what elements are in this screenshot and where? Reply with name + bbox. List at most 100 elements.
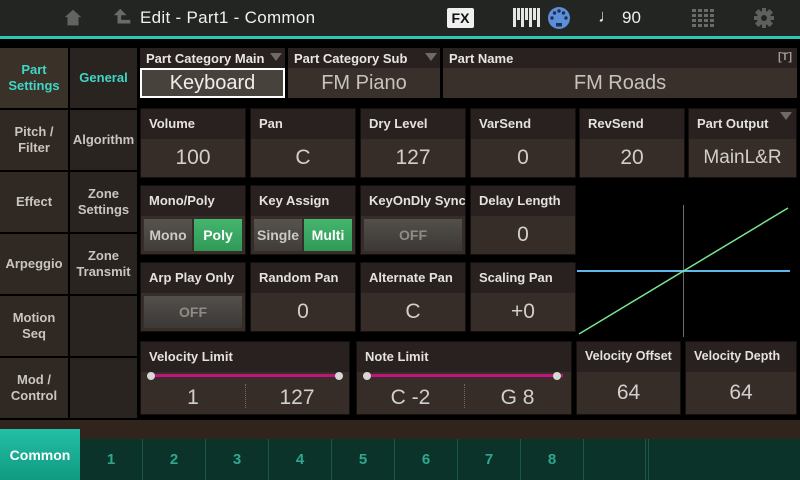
- note-limit-high-handle[interactable]: [553, 372, 561, 380]
- varsend-field[interactable]: VarSend 0: [470, 108, 576, 178]
- part-name-value[interactable]: FM Roads: [443, 68, 797, 98]
- pan-field[interactable]: Pan C: [250, 108, 356, 178]
- part-category-sub-label: Part Category Sub: [294, 51, 407, 66]
- pan-label: Pan: [251, 109, 355, 139]
- alternate-pan-field[interactable]: Alternate Pan C: [360, 262, 466, 332]
- note-limit-low-handle[interactable]: [363, 372, 371, 380]
- mono-poly-field: Mono/Poly Mono Poly: [140, 185, 246, 255]
- sidebar-item-pitch-filter[interactable]: Pitch / Filter: [0, 110, 68, 170]
- tab-blank-1: [584, 439, 646, 480]
- sidebar-item-general[interactable]: General: [70, 48, 137, 108]
- grid-pads-icon[interactable]: [692, 9, 716, 27]
- velocity-limit-low-handle[interactable]: [147, 372, 155, 380]
- part-tab-bar: 1 2 3 4 5 6 7 8: [0, 439, 800, 480]
- text-entry-icon: [T]: [778, 51, 792, 63]
- velocity-limit-low-value[interactable]: 1: [141, 382, 245, 414]
- synth-edit-screen: Edit - Part1 - Common FX ♩ 90: [0, 0, 800, 480]
- velocity-limit-high-handle[interactable]: [335, 372, 343, 380]
- part-category-main-value[interactable]: Keyboard: [140, 68, 285, 98]
- page-title: Edit - Part1 - Common: [140, 8, 315, 28]
- dry-level-value[interactable]: 127: [361, 139, 465, 177]
- velocity-offset-field[interactable]: Velocity Offset 64: [576, 341, 681, 415]
- velocity-depth-field[interactable]: Velocity Depth 64: [685, 341, 797, 415]
- part-category-main-label: Part Category Main: [146, 51, 264, 66]
- revsend-value[interactable]: 20: [580, 139, 684, 177]
- note-limit-field: Note Limit C -2 G 8: [356, 341, 572, 415]
- tab-common[interactable]: Common: [0, 429, 80, 480]
- sidebar-item-mod-control[interactable]: Mod / Control: [0, 358, 68, 418]
- sidebar-item-motion-seq[interactable]: Motion Seq: [0, 296, 68, 356]
- midi-icon[interactable]: [547, 6, 571, 30]
- volume-value[interactable]: 100: [141, 139, 245, 177]
- note-limit-high-value[interactable]: G 8: [464, 382, 571, 414]
- sidebar-item-arpeggio[interactable]: Arpeggio: [0, 234, 68, 294]
- note-limit-low-value[interactable]: C -2: [357, 382, 464, 414]
- tab-part-8[interactable]: 8: [521, 439, 584, 480]
- sidebar-item-zone-settings[interactable]: Zone Settings: [70, 172, 137, 232]
- volume-label: Volume: [141, 109, 245, 139]
- velocity-limit-high-value[interactable]: 127: [245, 382, 349, 414]
- sidebar-item-zone-transmit[interactable]: Zone Transmit: [70, 234, 137, 294]
- multi-button[interactable]: Multi: [304, 219, 352, 251]
- random-pan-value[interactable]: 0: [251, 293, 355, 331]
- chevron-down-icon: [425, 53, 437, 61]
- keyondly-sync-toggle[interactable]: OFF: [364, 219, 462, 251]
- tempo-value[interactable]: 90: [622, 8, 641, 28]
- arp-play-only-toggle[interactable]: OFF: [144, 296, 242, 328]
- note-limit-slider[interactable]: [363, 372, 565, 380]
- volume-field[interactable]: Volume 100: [140, 108, 246, 178]
- keyondly-sync-field: KeyOnDly Sync OFF: [360, 185, 466, 255]
- delay-length-field[interactable]: Delay Length 0: [470, 185, 576, 255]
- sidebar-item-part-settings[interactable]: Part Settings: [0, 48, 68, 108]
- tab-part-6[interactable]: 6: [395, 439, 458, 480]
- scaling-pan-value[interactable]: +0: [471, 293, 575, 331]
- sidebar-item-empty-2: [70, 358, 137, 418]
- velocity-depth-value[interactable]: 64: [686, 372, 796, 414]
- arp-play-only-field: Arp Play Only OFF: [140, 262, 246, 332]
- single-button[interactable]: Single: [254, 219, 302, 251]
- dry-level-label: Dry Level: [361, 109, 465, 139]
- pan-value[interactable]: C: [251, 139, 355, 177]
- part-name-label: Part Name: [449, 51, 513, 66]
- velocity-depth-label: Velocity Depth: [686, 342, 796, 372]
- tempo-note-icon: ♩: [598, 6, 616, 27]
- tab-blank-2: [646, 439, 649, 480]
- tab-part-7[interactable]: 7: [458, 439, 521, 480]
- velocity-offset-label: Velocity Offset: [577, 342, 680, 372]
- gear-icon[interactable]: [752, 6, 776, 30]
- varsend-value[interactable]: 0: [471, 139, 575, 177]
- mono-button[interactable]: Mono: [144, 219, 192, 251]
- sidebar-item-algorithm[interactable]: Algorithm: [70, 110, 137, 170]
- note-limit-label: Note Limit: [357, 342, 571, 372]
- home-icon[interactable]: [62, 7, 84, 29]
- velocity-limit-label: Velocity Limit: [141, 342, 349, 372]
- part-output-value[interactable]: MainL&R: [689, 139, 796, 177]
- velocity-offset-value[interactable]: 64: [577, 372, 680, 414]
- velocity-limit-field: Velocity Limit 1 127: [140, 341, 350, 415]
- velocity-limit-slider[interactable]: [147, 372, 343, 380]
- fx-badge[interactable]: FX: [447, 8, 474, 28]
- part-output-field[interactable]: Part Output MainL&R: [688, 108, 797, 178]
- part-name-field[interactable]: Part Name [T] FM Roads: [443, 48, 797, 98]
- tab-part-1[interactable]: 1: [80, 439, 143, 480]
- tab-part-3[interactable]: 3: [206, 439, 269, 480]
- alternate-pan-label: Alternate Pan: [361, 263, 465, 293]
- tab-part-4[interactable]: 4: [269, 439, 332, 480]
- delay-length-value[interactable]: 0: [471, 216, 575, 254]
- varsend-label: VarSend: [471, 109, 575, 139]
- sidebar-item-effect[interactable]: Effect: [0, 172, 68, 232]
- revsend-field[interactable]: RevSend 20: [579, 108, 685, 178]
- part-category-sub-value[interactable]: FM Piano: [288, 68, 440, 98]
- tab-part-5[interactable]: 5: [332, 439, 395, 480]
- dry-level-field[interactable]: Dry Level 127: [360, 108, 466, 178]
- alternate-pan-value[interactable]: C: [361, 293, 465, 331]
- part-category-main-field[interactable]: Part Category Main Keyboard: [140, 48, 285, 98]
- poly-button[interactable]: Poly: [194, 219, 242, 251]
- tab-part-2[interactable]: 2: [143, 439, 206, 480]
- random-pan-field[interactable]: Random Pan 0: [250, 262, 356, 332]
- part-category-sub-field[interactable]: Part Category Sub FM Piano: [288, 48, 440, 98]
- random-pan-label: Random Pan: [251, 263, 355, 293]
- scaling-pan-field[interactable]: Scaling Pan +0: [470, 262, 576, 332]
- keyboard-icon[interactable]: [513, 8, 541, 28]
- exit-up-icon[interactable]: [112, 7, 134, 29]
